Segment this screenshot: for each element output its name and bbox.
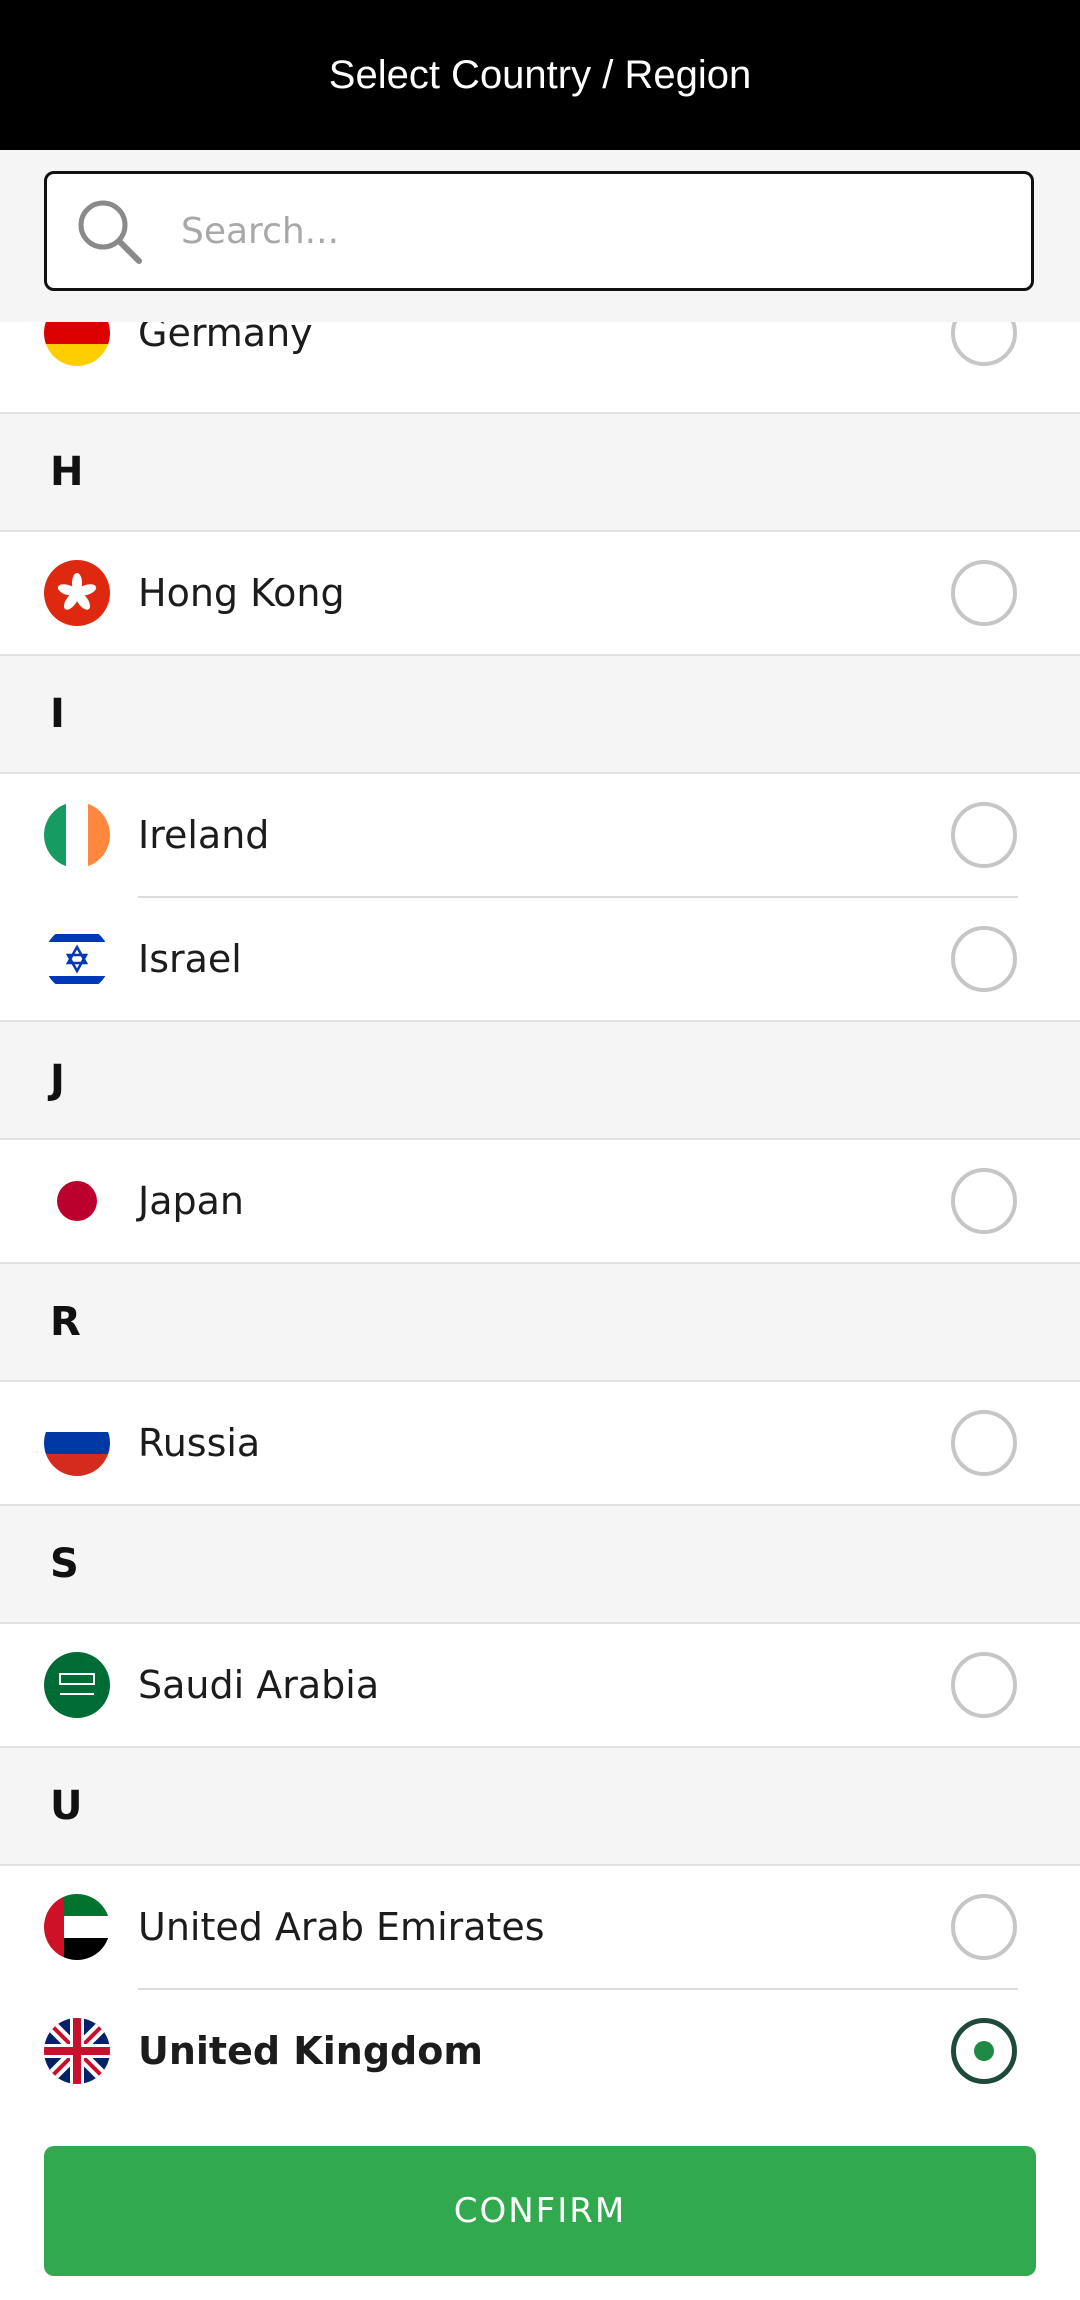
bottom-bar: CONFIRM (0, 2122, 1080, 2300)
radio-button[interactable] (951, 802, 1017, 868)
section-letter: U (50, 1783, 83, 1829)
list-item-germany[interactable]: Germany (0, 322, 1080, 394)
search-icon (78, 200, 142, 264)
list-item-japan[interactable]: Japan (0, 1140, 1080, 1262)
top-app-bar: Select Country / Region (0, 0, 1080, 150)
country-name: United Arab Emirates (138, 1905, 545, 1949)
section-header-u: U (0, 1746, 1080, 1866)
radio-button[interactable] (951, 926, 1017, 992)
list-item-united-arab-emirates[interactable]: United Arab Emirates (0, 1866, 1080, 1988)
country-name: Germany (138, 322, 313, 355)
search-box[interactable] (44, 171, 1034, 291)
radio-button[interactable] (951, 1410, 1017, 1476)
section-letter: I (50, 691, 65, 737)
radio-button[interactable] (951, 322, 1017, 366)
radio-button[interactable] (951, 1894, 1017, 1960)
country-name: Russia (138, 1421, 261, 1465)
germany-flag-icon (44, 322, 110, 366)
country-name: Saudi Arabia (138, 1663, 380, 1707)
section-header-r: R (0, 1262, 1080, 1382)
search-bar-container (0, 150, 1080, 322)
country-name: Ireland (138, 813, 270, 857)
radio-button-selected[interactable] (951, 2018, 1017, 2084)
saudi-arabia-flag-icon (44, 1652, 110, 1718)
country-name: Hong Kong (138, 571, 345, 615)
section-letter: J (50, 1057, 65, 1103)
hong-kong-flag-icon (44, 560, 110, 626)
list-item-russia[interactable]: Russia (0, 1382, 1080, 1504)
japan-flag-icon (44, 1168, 110, 1234)
list-item-united-kingdom[interactable]: United Kingdom (0, 1990, 1080, 2112)
page-title: Select Country / Region (328, 52, 752, 97)
radio-button[interactable] (951, 560, 1017, 626)
list-item-israel[interactable]: Israel (0, 898, 1080, 1020)
section-letter: S (50, 1541, 79, 1587)
section-letter: H (50, 449, 84, 495)
country-name: United Kingdom (138, 2029, 483, 2073)
section-header-i: I (0, 654, 1080, 774)
confirm-button[interactable]: CONFIRM (44, 2146, 1036, 2276)
section-header-h: H (0, 412, 1080, 532)
ireland-flag-icon (44, 802, 110, 868)
list-item-hong-kong[interactable]: Hong Kong (0, 532, 1080, 654)
country-list[interactable]: Germany H Hong Kong I Ireland Israel J J… (0, 322, 1080, 2122)
search-input[interactable] (179, 209, 983, 253)
uae-flag-icon (44, 1894, 110, 1960)
israel-flag-icon (44, 926, 110, 992)
country-name: Japan (138, 1179, 244, 1223)
list-item-saudi-arabia[interactable]: Saudi Arabia (0, 1624, 1080, 1746)
country-name: Israel (138, 937, 242, 981)
list-item-ireland[interactable]: Ireland (0, 774, 1080, 896)
section-header-j: J (0, 1020, 1080, 1140)
radio-button[interactable] (951, 1168, 1017, 1234)
uk-flag-icon (44, 2018, 110, 2084)
section-header-s: S (0, 1504, 1080, 1624)
russia-flag-icon (44, 1410, 110, 1476)
section-letter: R (50, 1299, 81, 1345)
radio-button[interactable] (951, 1652, 1017, 1718)
